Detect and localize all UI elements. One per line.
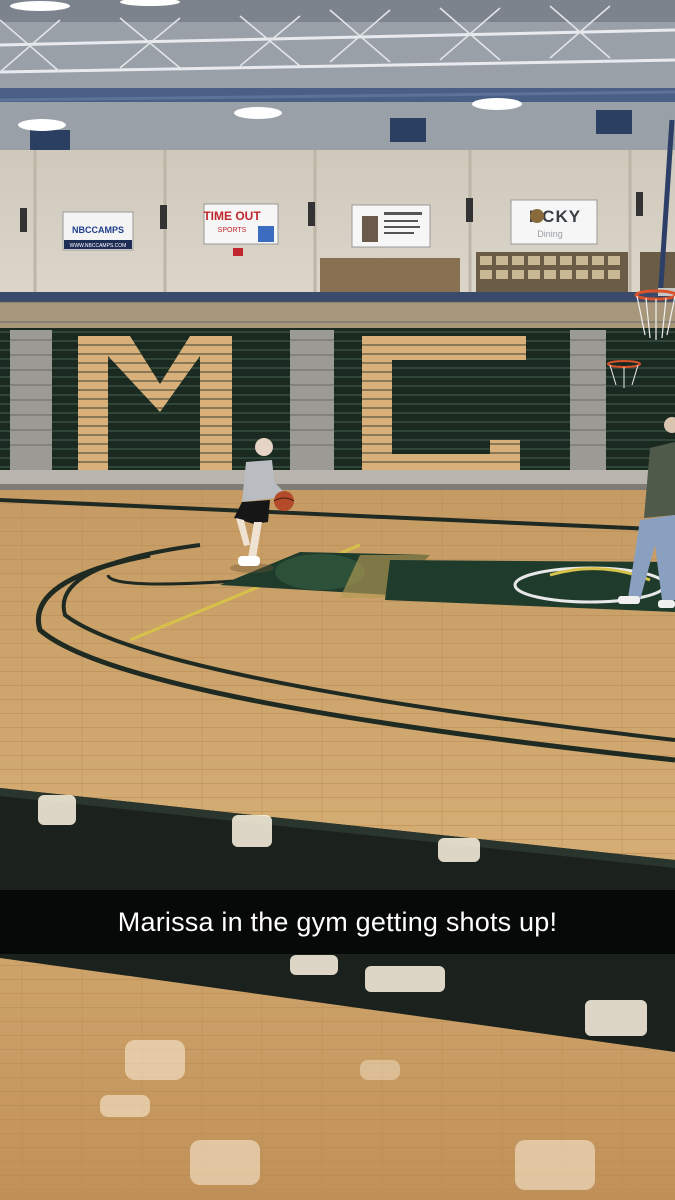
timeout-sign-title: TIME OUT bbox=[203, 209, 261, 223]
railing bbox=[0, 292, 675, 330]
bleachers bbox=[0, 328, 675, 492]
realtor-sign bbox=[351, 204, 431, 248]
nbc-sign-title: NBCCAMPS bbox=[72, 225, 124, 235]
time-out-sports-sign: TIME OUT SPORTS bbox=[203, 203, 279, 245]
snap-caption-bar: Marissa in the gym getting shots up! bbox=[0, 890, 675, 954]
ceiling bbox=[0, 0, 675, 150]
timeout-sign-subtitle: SPORTS bbox=[218, 227, 247, 234]
exit-sign bbox=[233, 248, 243, 256]
nbc-camps-sign: NBCCAMPS WWW.NBCCAMPS.COM bbox=[62, 211, 134, 251]
back-wall: NBCCAMPS WWW.NBCCAMPS.COM TIME OUT SPORT… bbox=[0, 150, 675, 295]
snap-caption-text: Marissa in the gym getting shots up! bbox=[117, 906, 558, 937]
plaque-wall bbox=[476, 252, 628, 294]
court-floor bbox=[0, 490, 675, 1200]
nbc-sign-url: WWW.NBCCAMPS.COM bbox=[70, 243, 127, 249]
rocky-dining-sign: RCKY Dining bbox=[510, 199, 598, 245]
gym-scene: NBCCAMPS WWW.NBCCAMPS.COM TIME OUT SPORT… bbox=[0, 0, 675, 1200]
rocky-sign-subtitle: Dining bbox=[537, 229, 563, 239]
